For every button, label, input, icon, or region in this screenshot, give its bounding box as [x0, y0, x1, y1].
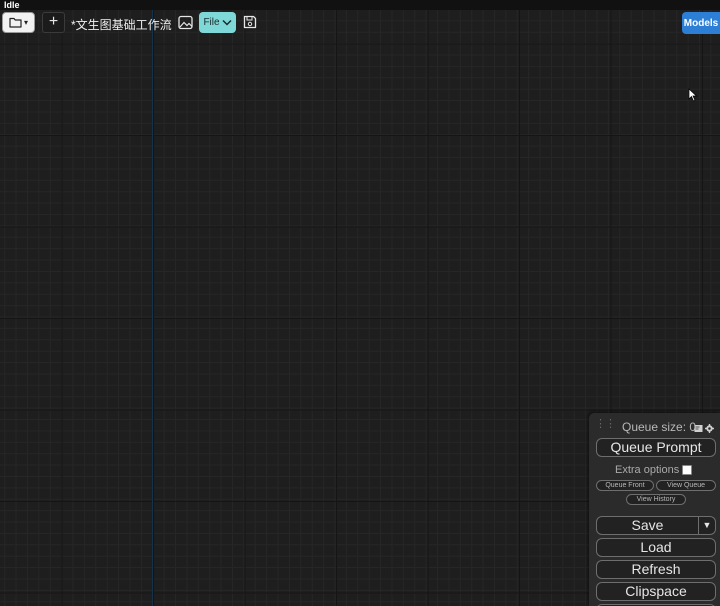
extra-options-label: Extra options	[615, 464, 680, 476]
workflow-menu-button[interactable]: ▾	[2, 12, 35, 33]
view-queue-button[interactable]: View Queue	[656, 480, 716, 491]
clipspace-button[interactable]: Clipspace	[596, 582, 716, 601]
image-icon[interactable]	[178, 15, 193, 30]
top-toolbar: ▾ + *文生图基础工作流 File Models	[0, 10, 720, 36]
refresh-button[interactable]: Refresh	[596, 560, 716, 579]
chevron-down-icon	[222, 19, 232, 26]
file-menu-label: File	[203, 17, 220, 28]
gear-icon[interactable]	[705, 420, 714, 433]
mouse-cursor-icon	[688, 88, 698, 102]
extra-options-row: Extra options	[615, 464, 693, 476]
workflow-canvas[interactable]: Idle ▾ + *文生图基础工作流 File Models ⋮⋮ Queue …	[0, 0, 720, 606]
queue-panel: ⋮⋮ Queue size: 0 Queue Prompt Extra opti…	[589, 413, 720, 606]
status-text: Idle	[4, 0, 20, 10]
canvas-guide-line	[152, 0, 153, 606]
folder-icon	[9, 17, 22, 28]
queue-prompt-button[interactable]: Queue Prompt	[596, 438, 716, 457]
panel-icons	[694, 420, 716, 433]
new-workflow-button[interactable]: +	[42, 12, 65, 33]
chevron-down-icon: ▾	[23, 18, 28, 27]
workflow-name[interactable]: *文生图基础工作流	[71, 16, 172, 33]
view-history-button[interactable]: View History	[626, 494, 686, 505]
save-dropdown-button[interactable]: ▼	[699, 516, 716, 535]
save-icon[interactable]	[243, 15, 257, 29]
drag-handle-icon[interactable]: ⋮⋮	[595, 419, 616, 433]
save-button[interactable]: Save	[596, 516, 699, 535]
load-button[interactable]: Load	[596, 538, 716, 557]
menu-edit-icon[interactable]	[694, 420, 703, 432]
extra-options-checkbox[interactable]	[682, 465, 693, 475]
file-menu-button[interactable]: File	[199, 12, 236, 33]
title-bar: Idle	[0, 0, 720, 10]
queue-size: Queue size: 0	[622, 420, 697, 434]
models-button[interactable]: Models	[682, 12, 720, 34]
queue-front-button[interactable]: Queue Front	[596, 480, 654, 491]
